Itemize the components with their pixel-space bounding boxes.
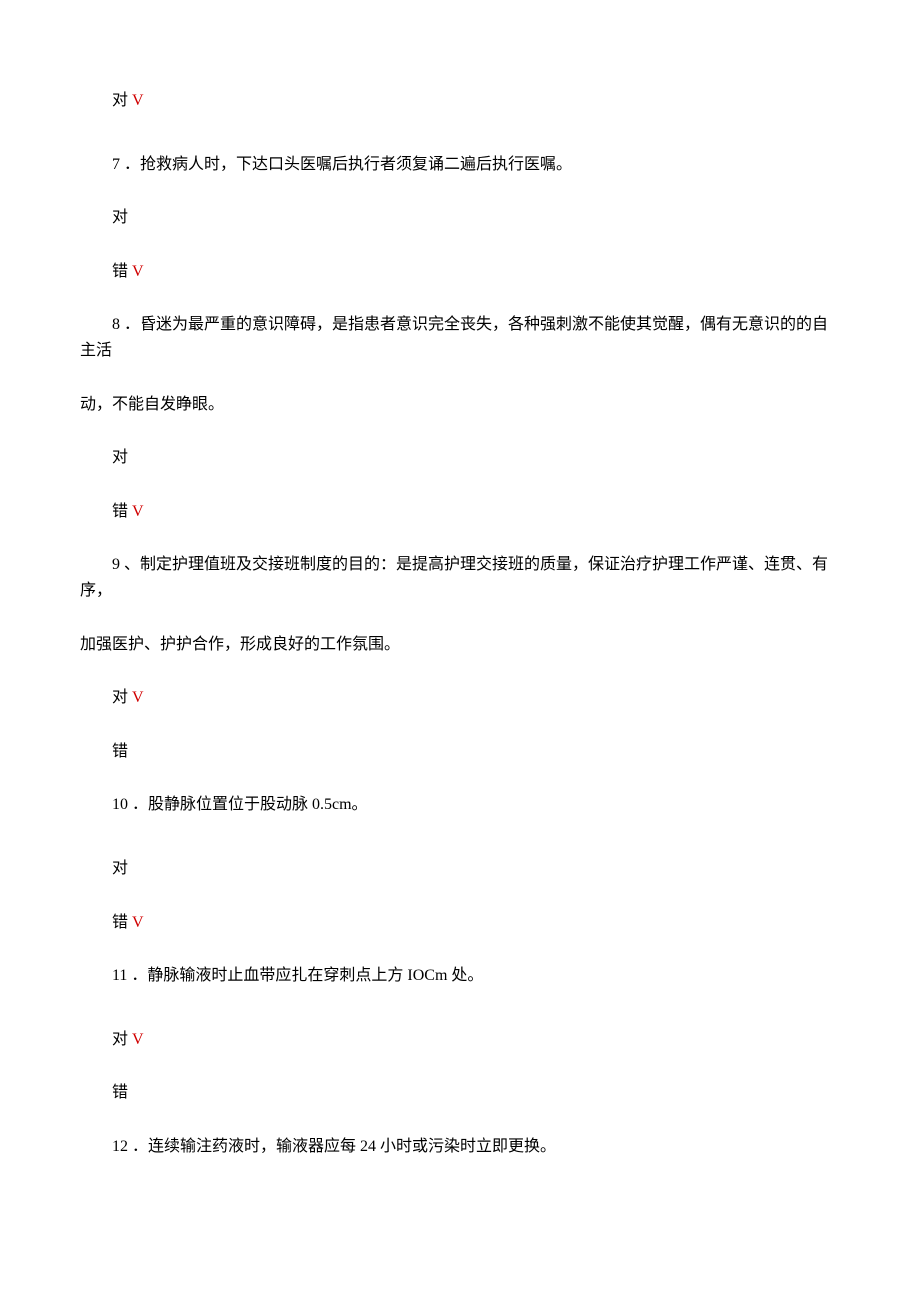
answer-text: 错 — [112, 914, 128, 931]
answer-line: 对 — [80, 856, 840, 882]
answer-line: 对 V — [80, 685, 840, 711]
check-mark-icon: V — [132, 263, 144, 280]
answer-text: 错 — [112, 743, 128, 760]
question-number: 8 — [112, 316, 120, 333]
question-text: 加强医护、护护合作，形成良好的工作氛围。 — [80, 636, 400, 653]
question-number: 12 — [112, 1138, 128, 1155]
spacer — [80, 142, 840, 152]
question-number: 10 — [112, 796, 128, 813]
question-line: 8 ．昏迷为最严重的意识障碍，是指患者意识完全丧失，各种强刺激不能使其觉醒，偶有… — [80, 312, 840, 363]
question-line: 11 ．静脉输液时止血带应扎在穿刺点上方 IOCm 处。 — [80, 963, 840, 989]
question-text: 、制定护理值班及交接班制度的目的：是提高护理交接班的质量，保证治疗护理工作严谨、… — [80, 556, 828, 599]
question-line-cont: 动，不能自发睁眼。 — [80, 392, 840, 418]
answer-line: 错 V — [80, 499, 840, 525]
question-text: ．昏迷为最严重的意识障碍，是指患者意识完全丧失，各种强刺激不能使其觉醒，偶有无意… — [80, 316, 828, 359]
check-mark-icon: V — [132, 92, 144, 109]
answer-text: 对 — [112, 209, 128, 226]
question-number: 9 — [112, 556, 120, 573]
question-line: 12 ．连续输注药液时，输液器应每 24 小时或污染时立即更换。 — [80, 1134, 840, 1160]
question-text: ．静脉输液时止血带应扎在穿刺点上方 IOCm 处。 — [131, 967, 483, 984]
question-line: 10 ．股静脉位置位于股动脉 0.5cm。 — [80, 792, 840, 818]
question-text: ．股静脉位置位于股动脉 0.5cm。 — [132, 796, 368, 813]
answer-line: 错 — [80, 1080, 840, 1106]
answer-text: 错 — [112, 263, 128, 280]
spacer — [80, 1017, 840, 1027]
answer-text: 对 — [112, 689, 128, 706]
question-text: ．抢救病人时，下达口头医嘱后执行者须复诵二遍后执行医嘱。 — [124, 156, 572, 173]
question-line: 9 、制定护理值班及交接班制度的目的：是提高护理交接班的质量，保证治疗护理工作严… — [80, 552, 840, 603]
answer-line: 错 — [80, 739, 840, 765]
question-text: 动，不能自发睁眼。 — [80, 396, 224, 413]
answer-line: 对 V — [80, 1027, 840, 1053]
answer-line: 对 — [80, 205, 840, 231]
answer-text: 对 — [112, 860, 128, 877]
check-mark-icon: V — [132, 689, 144, 706]
answer-text: 对 — [112, 92, 128, 109]
answer-text: 对 — [112, 449, 128, 466]
spacer — [80, 846, 840, 856]
question-line: 7 ．抢救病人时，下达口头医嘱后执行者须复诵二遍后执行医嘱。 — [80, 152, 840, 178]
answer-text: 错 — [112, 1084, 128, 1101]
check-mark-icon: V — [132, 503, 144, 520]
check-mark-icon: V — [132, 1031, 144, 1048]
answer-line: 对 V — [80, 88, 840, 114]
question-text: ．连续输注药液时，输液器应每 24 小时或污染时立即更换。 — [132, 1138, 556, 1155]
answer-text: 错 — [112, 503, 128, 520]
answer-line: 对 — [80, 445, 840, 471]
answer-text: 对 — [112, 1031, 128, 1048]
document-page: 对 V 7 ．抢救病人时，下达口头医嘱后执行者须复诵二遍后执行医嘱。 对 错 V… — [0, 0, 920, 1301]
check-mark-icon: V — [132, 914, 144, 931]
answer-line: 错 V — [80, 910, 840, 936]
question-number: 11 — [112, 967, 127, 984]
question-line-cont: 加强医护、护护合作，形成良好的工作氛围。 — [80, 632, 840, 658]
answer-line: 错 V — [80, 259, 840, 285]
question-number: 7 — [112, 156, 120, 173]
